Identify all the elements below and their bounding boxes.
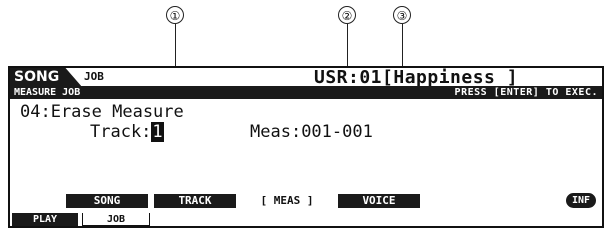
- sub-mode-label: JOB: [84, 70, 104, 83]
- soft-key-voice[interactable]: VOICE: [338, 194, 420, 208]
- mode-indicator: SONG: [10, 68, 82, 86]
- meas-label: Meas:: [250, 122, 302, 142]
- bottom-tabs: PLAY JOB: [10, 213, 602, 227]
- lcd-screen: SONG JOB USR:01[Happiness ] MEASURE JOB …: [8, 66, 604, 228]
- track-label: Track:: [90, 122, 152, 142]
- exec-hint: PRESS [ENTER] TO EXEC.: [454, 87, 598, 98]
- soft-key-row: SONG TRACK [ MEAS ] VOICE: [66, 194, 420, 208]
- soft-key-meas[interactable]: [ MEAS ]: [242, 194, 332, 208]
- job-function-name: 04:Erase Measure: [20, 102, 184, 122]
- info-button[interactable]: INF: [566, 193, 596, 208]
- callout-3: ③: [393, 6, 411, 99]
- meas-range-value[interactable]: 001-001: [301, 122, 373, 142]
- title-bar: MEASURE JOB PRESS [ENTER] TO EXEC.: [10, 86, 602, 99]
- tab-job[interactable]: JOB: [82, 213, 150, 226]
- song-name: USR:01[Happiness ]: [314, 67, 519, 88]
- callout-1: ①: [166, 6, 184, 94]
- callout-2: ②: [338, 6, 356, 99]
- tab-play[interactable]: PLAY: [12, 213, 78, 226]
- track-value[interactable]: 1: [151, 122, 164, 142]
- screen-title: MEASURE JOB: [14, 87, 81, 98]
- track-parameter: Track:1: [90, 122, 164, 142]
- soft-key-song[interactable]: SONG: [66, 194, 148, 208]
- measure-parameter: Meas:001-001: [250, 122, 373, 142]
- soft-key-track[interactable]: TRACK: [154, 194, 236, 208]
